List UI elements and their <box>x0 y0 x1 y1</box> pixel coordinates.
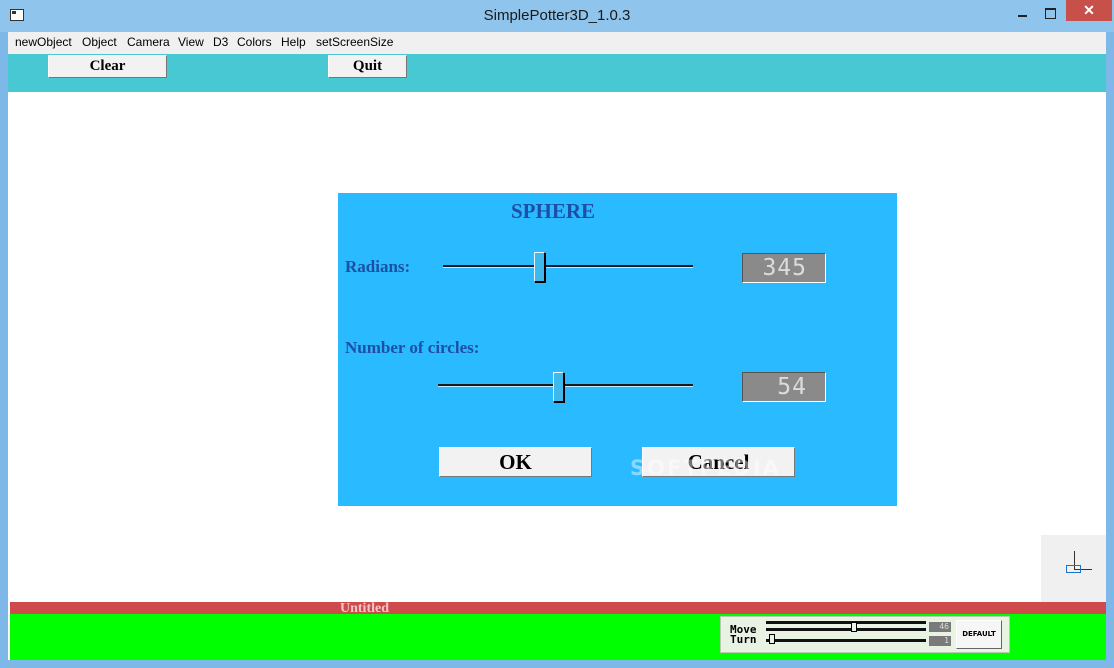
menu-colors[interactable]: Colors <box>237 35 272 49</box>
default-button[interactable]: DEFAULT <box>956 620 1002 649</box>
axis-origin-box <box>1066 565 1081 573</box>
drawing-canvas[interactable]: SPHERE Radians: 345 Number of circles: 5… <box>8 92 1106 602</box>
quit-button[interactable]: Quit <box>328 55 407 78</box>
move-slider-top-line[interactable] <box>766 621 926 624</box>
menu-camera[interactable]: Camera <box>127 35 170 49</box>
app-window: SimplePotter3D_1.0.3 ✕ newObject Object … <box>0 0 1114 668</box>
softpedia-watermark: SOFTPEDIA <box>630 456 781 480</box>
menu-help[interactable]: Help <box>281 35 306 49</box>
radians-slider-track[interactable] <box>443 265 693 268</box>
minimize-button[interactable] <box>1010 4 1036 22</box>
ok-button[interactable]: OK <box>439 447 592 477</box>
radians-slider-thumb[interactable] <box>533 252 545 282</box>
clear-button[interactable]: Clear <box>48 55 167 78</box>
radians-value-display: 345 <box>742 253 826 283</box>
circles-label: Number of circles: <box>345 338 480 357</box>
turn-slider-thumb[interactable] <box>769 634 776 644</box>
axis-gizmo-icon <box>1041 535 1106 602</box>
bottom-panel: Move Turn 46 1 DEFAULT <box>10 614 1106 660</box>
menu-d3[interactable]: D3 <box>213 35 228 49</box>
dialog-title: SPHERE <box>511 199 596 223</box>
toolbar: Clear Quit <box>8 54 1106 92</box>
menu-set-screen-size[interactable]: setScreenSize <box>316 35 393 49</box>
title-bar[interactable]: SimplePotter3D_1.0.3 ✕ <box>0 0 1114 32</box>
document-name: Untitled <box>340 602 389 614</box>
radians-label: Radians: <box>345 257 411 276</box>
move-value-display: 46 <box>929 622 951 632</box>
sphere-dialog: SPHERE Radians: 345 Number of circles: 5… <box>338 193 897 506</box>
turn-value-display: 1 <box>929 636 951 646</box>
document-status-bar: Untitled <box>10 602 1106 614</box>
circles-value-display: 54 <box>742 372 826 402</box>
client-area: newObject Object Camera View D3 Colors H… <box>8 32 1106 660</box>
move-slider-track[interactable] <box>766 628 926 631</box>
menu-object[interactable]: Object <box>82 35 117 49</box>
maximize-button[interactable] <box>1038 4 1064 22</box>
window-title: SimplePotter3D_1.0.3 <box>483 7 631 24</box>
menu-bar: newObject Object Camera View D3 Colors H… <box>8 32 1106 54</box>
circles-slider-track[interactable] <box>438 384 693 387</box>
navigation-panel: Move Turn 46 1 DEFAULT <box>720 616 1010 653</box>
circles-slider-thumb[interactable] <box>552 372 564 402</box>
turn-slider-track[interactable] <box>766 639 926 642</box>
menu-new-object[interactable]: newObject <box>15 35 72 49</box>
menu-view[interactable]: View <box>178 35 204 49</box>
close-button[interactable]: ✕ <box>1066 0 1112 21</box>
move-slider-thumb[interactable] <box>850 622 857 632</box>
turn-label: Turn <box>730 633 757 646</box>
